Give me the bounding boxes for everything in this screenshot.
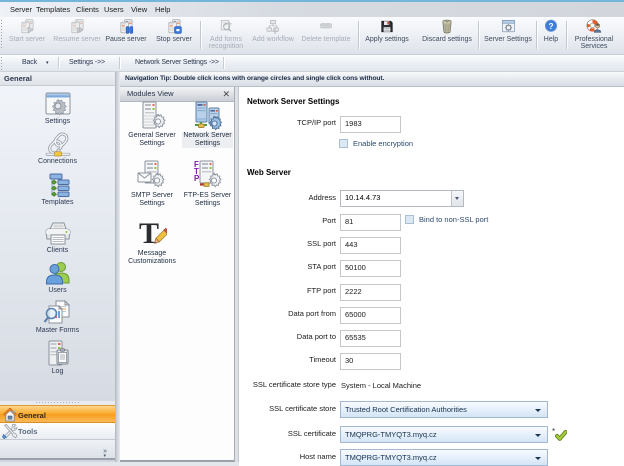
svg-text:T: T	[139, 218, 159, 250]
svg-text:?: ?	[548, 22, 553, 31]
svg-text:P: P	[194, 174, 200, 183]
